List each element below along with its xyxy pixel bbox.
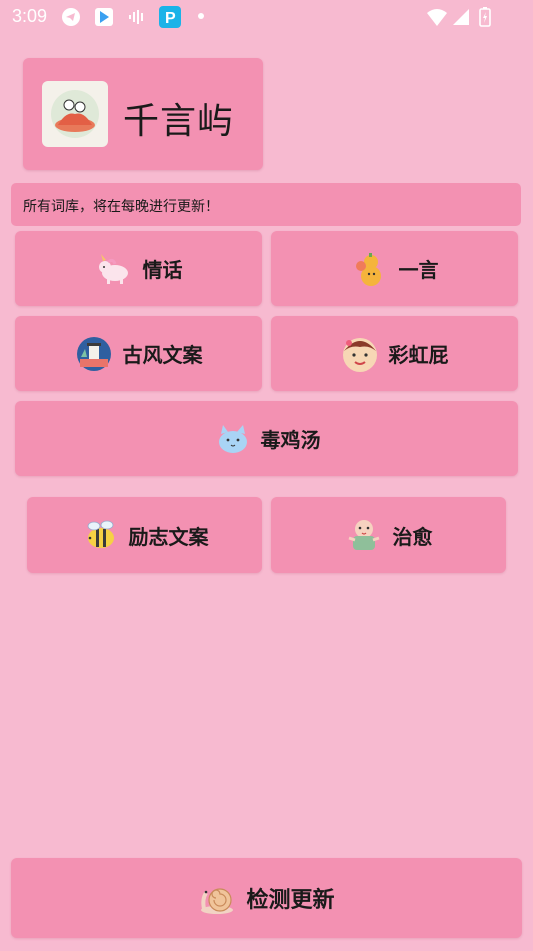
telegram-icon: [62, 8, 80, 26]
category-label: 古风文案: [122, 343, 203, 367]
update-notice: 所有词库，将在每晚进行更新！: [11, 183, 521, 226]
notification-dot-icon: [198, 13, 204, 19]
category-label: 治愈: [392, 524, 433, 549]
battery-icon: [479, 7, 491, 27]
category-button-lizhi[interactable]: 励志文案: [27, 497, 262, 573]
check-update-button[interactable]: 检测更新: [11, 858, 522, 938]
category-button-zhiyu[interactable]: 治愈: [271, 497, 506, 573]
status-time: 3:09: [12, 6, 48, 26]
cat-icon: [218, 424, 247, 453]
category-button-dujitang[interactable]: 毒鸡汤: [15, 401, 518, 476]
snail-icon: [201, 888, 234, 914]
category-button-caihongpi[interactable]: 彩虹屁: [271, 316, 518, 391]
app-title: 千言屿: [123, 101, 235, 142]
island-logo-icon: [51, 90, 99, 138]
girl-icon: [342, 337, 377, 372]
category-button-yiyan[interactable]: 一言: [271, 231, 518, 306]
pagoda-icon: [76, 336, 111, 371]
category-button-qinghua[interactable]: 情话: [15, 231, 262, 306]
play-store-icon: [95, 8, 113, 26]
check-update-label: 检测更新: [246, 888, 335, 913]
audio-wave-icon: [129, 10, 143, 24]
update-notice-text: 所有词库，将在每晚进行更新！: [23, 199, 219, 215]
category-label: 一言: [398, 258, 439, 282]
bee-icon: [87, 520, 114, 548]
signal-icon: [453, 9, 469, 25]
category-label: 彩虹屁: [388, 343, 449, 367]
category-button-gufeng[interactable]: 古风文案: [15, 316, 262, 391]
baby-icon: [348, 520, 379, 550]
p-app-icon: P: [159, 6, 181, 28]
app-header-card: 千言屿: [23, 58, 263, 170]
gourd-icon: [355, 252, 381, 286]
category-label: 情话: [142, 258, 183, 282]
unicorn-icon: [98, 253, 128, 284]
wifi-icon: [427, 9, 447, 26]
category-label: 励志文案: [128, 524, 209, 549]
category-label: 毒鸡汤: [260, 428, 321, 452]
app-logo: [42, 81, 108, 147]
status-bar: 3:09 P: [0, 0, 533, 34]
svg-text:P: P: [165, 10, 176, 27]
